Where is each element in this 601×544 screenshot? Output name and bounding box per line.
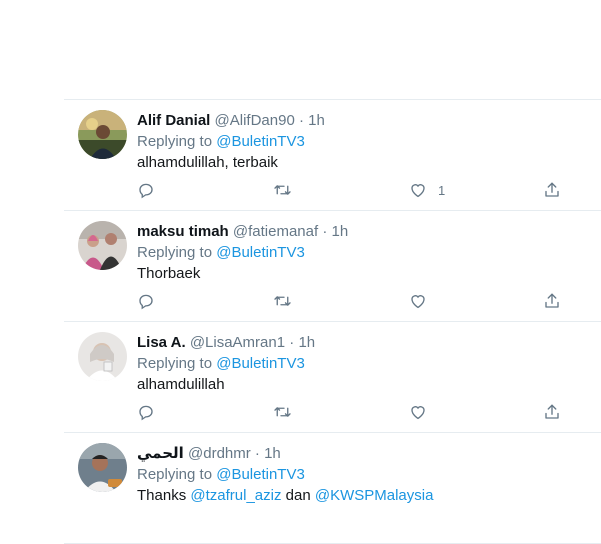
replying-to: Replying to @BuletinTV3 [137, 243, 591, 263]
action-bar: 1 [137, 180, 567, 202]
reply-text: Thorbaek [137, 265, 201, 282]
user-handle[interactable]: @AlifDan90 [215, 112, 295, 129]
reply-icon [139, 405, 153, 421]
replying-prefix: Replying to [137, 244, 213, 261]
share-icon [545, 293, 559, 308]
replying-to-link[interactable]: @BuletinTV3 [216, 355, 305, 372]
reply-text: alhamdulillah, terbaik [137, 154, 278, 171]
user-name[interactable]: Lisa A. [137, 334, 186, 351]
timestamp[interactable]: 1h [264, 445, 281, 462]
separator: · [298, 112, 304, 129]
replying-prefix: Replying to [137, 355, 213, 372]
retweet-icon [274, 185, 291, 195]
reply-icon [139, 183, 153, 199]
avatar[interactable] [78, 221, 127, 270]
replying-to-link[interactable]: @BuletinTV3 [216, 466, 305, 483]
reply-item[interactable]: maksu timah @fatiemanaf · 1h Replying to… [64, 211, 601, 322]
timestamp[interactable]: 1h [332, 223, 349, 240]
text-prefix: Thanks [137, 487, 187, 504]
replying-prefix: Replying to [137, 466, 213, 483]
reply-button[interactable] [137, 291, 155, 311]
reply-item[interactable]: Lisa A. @LisaAmran1 · 1h Replying to @Bu… [64, 322, 601, 433]
replying-to-link[interactable]: @BuletinTV3 [216, 133, 305, 150]
action-bar [137, 291, 567, 313]
timestamp[interactable]: 1h [298, 334, 315, 351]
separator: · [254, 445, 260, 462]
like-button[interactable] [409, 291, 438, 311]
text-middle: dan [285, 487, 311, 504]
retweet-icon [274, 296, 291, 306]
reply-text: Thanks @tzafrul_aziz dan @KWSPMalaysia [137, 486, 591, 506]
avatar[interactable] [78, 332, 127, 381]
reply-item[interactable]: الحمي @drdhmr · 1h Replying to @BuletinT… [64, 433, 601, 544]
reply-text: alhamdulillah [137, 376, 225, 393]
reply-button[interactable] [137, 180, 155, 200]
like-count: 1 [438, 182, 446, 198]
like-icon [411, 184, 425, 198]
replying-to: Replying to @BuletinTV3 [137, 465, 591, 485]
user-handle[interactable]: @LisaAmran1 [190, 334, 285, 351]
reply-button[interactable] [137, 402, 155, 422]
share-button[interactable] [543, 291, 561, 311]
reply-item[interactable]: Alif Danial @AlifDan90 · 1h Replying to … [64, 100, 601, 211]
mention-link[interactable]: @tzafrul_aziz [190, 487, 281, 504]
share-button[interactable] [543, 402, 561, 422]
retweet-button[interactable] [273, 180, 292, 200]
like-button[interactable] [409, 402, 438, 422]
share-icon [545, 404, 559, 419]
share-icon [545, 182, 559, 197]
retweet-button[interactable] [273, 291, 292, 311]
avatar[interactable] [78, 443, 127, 492]
replying-to-link[interactable]: @BuletinTV3 [216, 244, 305, 261]
retweet-button[interactable] [273, 402, 292, 422]
mention-link[interactable]: @KWSPMalaysia [315, 487, 434, 504]
like-button[interactable]: 1 [409, 180, 445, 200]
separator: · [322, 223, 328, 240]
reply-icon [139, 294, 153, 310]
user-name[interactable]: الحمي [137, 445, 184, 462]
like-icon [411, 295, 425, 309]
user-handle[interactable]: @fatiemanaf [233, 223, 318, 240]
retweet-icon [274, 407, 291, 417]
avatar[interactable] [78, 110, 127, 159]
user-name[interactable]: maksu timah [137, 223, 229, 240]
like-icon [411, 406, 425, 420]
action-bar [137, 402, 567, 424]
replying-prefix: Replying to [137, 133, 213, 150]
timestamp[interactable]: 1h [308, 112, 325, 129]
separator: · [289, 334, 295, 351]
user-handle[interactable]: @drdhmr [188, 445, 251, 462]
replies-feed: Alif Danial @AlifDan90 · 1h Replying to … [64, 99, 601, 544]
user-name[interactable]: Alif Danial [137, 112, 210, 129]
share-button[interactable] [543, 180, 561, 200]
replying-to: Replying to @BuletinTV3 [137, 132, 591, 152]
replying-to: Replying to @BuletinTV3 [137, 354, 591, 374]
